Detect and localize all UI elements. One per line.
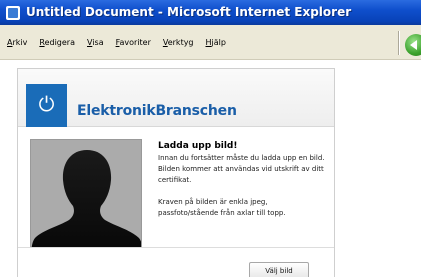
menu-arkiv[interactable]: Arkiv	[7, 38, 27, 47]
menu-verktyg-rest: erktyg	[167, 38, 194, 47]
ie-document-icon	[6, 6, 20, 20]
menu-redigera-rest: edigera	[44, 38, 75, 47]
menu-verktyg[interactable]: Verktyg	[163, 38, 194, 47]
logo-box: ⏻	[26, 84, 67, 127]
choose-image-button[interactable]: Välj bild	[249, 262, 309, 277]
menu-favoriter[interactable]: Favoriter	[116, 38, 151, 47]
menu-hjalp[interactable]: Hjälp	[206, 38, 226, 47]
toolbar-separator	[398, 31, 400, 55]
image-requirements: Kraven på bilden är enkla jpeg, passfoto…	[158, 198, 286, 217]
upload-title: Ladda upp bild!	[158, 141, 238, 151]
title-bar[interactable]: Untitled Document - Microsoft Internet E…	[0, 0, 421, 25]
window-title: Untitled Document - Microsoft Internet E…	[26, 5, 352, 19]
back-arrow-icon	[410, 40, 417, 50]
brand-name: ElektronikBranschen	[77, 103, 237, 119]
menu-hjalp-rest: jälp	[211, 38, 226, 47]
menu-redigera[interactable]: Redigera	[39, 38, 75, 47]
menu-visa[interactable]: Visa	[87, 38, 104, 47]
menu-bar: Arkiv Redigera Visa Favoriter Verktyg Hj…	[0, 25, 421, 60]
menu-favoriter-rest: avoriter	[119, 38, 151, 47]
menu-items: Arkiv Redigera Visa Favoriter Verktyg Hj…	[7, 38, 226, 47]
page-content: ⏻ ElektronikBranschen Ladda upp bild! In…	[0, 60, 421, 277]
power-icon: ⏻	[38, 92, 55, 116]
back-button[interactable]	[405, 34, 421, 56]
upload-description: Innan du fortsätter måste du ladda upp e…	[158, 154, 325, 184]
menu-visa-rest: isa	[92, 38, 104, 47]
upload-panel: ⏻ ElektronikBranschen Ladda upp bild! In…	[17, 68, 335, 277]
menu-arkiv-rest: rkiv	[12, 38, 28, 47]
browser-window: Untitled Document - Microsoft Internet E…	[0, 0, 421, 277]
